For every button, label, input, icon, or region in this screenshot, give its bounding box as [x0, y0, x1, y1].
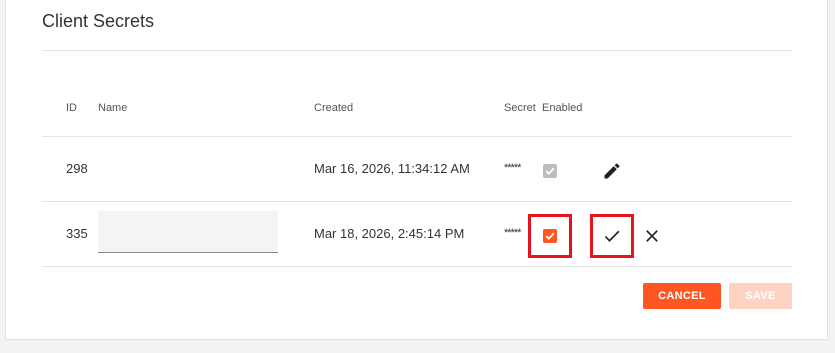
- row-created: Mar 18, 2026, 2:45:14 PM: [314, 226, 465, 241]
- close-icon: [646, 230, 658, 242]
- row-secret: *****: [504, 227, 521, 239]
- header-name: Name: [98, 102, 128, 114]
- checkmark-icon: [545, 232, 555, 240]
- row-divider: [42, 201, 792, 202]
- header-created: Created: [314, 102, 354, 114]
- header-id: ID: [66, 102, 77, 114]
- cancel-edit-button[interactable]: [641, 225, 663, 247]
- enabled-checkbox[interactable]: [543, 229, 557, 243]
- row-id: 335: [66, 226, 88, 241]
- check-icon: [604, 230, 620, 242]
- row-id: 298: [66, 161, 88, 176]
- edit-button[interactable]: [601, 160, 623, 182]
- row-secret: *****: [504, 162, 521, 174]
- row-created: Mar 16, 2026, 11:34:12 AM: [314, 161, 470, 176]
- confirm-button[interactable]: [601, 225, 623, 247]
- title-divider: [42, 50, 792, 51]
- pencil-icon: [604, 163, 620, 179]
- section-title: Client Secrets: [42, 11, 155, 31]
- name-input[interactable]: [98, 211, 278, 253]
- cancel-button[interactable]: CANCEL: [643, 283, 721, 309]
- save-button[interactable]: SAVE: [729, 283, 792, 309]
- row-divider: [42, 266, 792, 267]
- header-enabled: Enabled: [542, 102, 583, 114]
- header-divider: [42, 136, 792, 137]
- checkmark-icon: [545, 167, 555, 175]
- header-secret: Secret: [504, 102, 536, 114]
- enabled-checkbox: [543, 164, 557, 178]
